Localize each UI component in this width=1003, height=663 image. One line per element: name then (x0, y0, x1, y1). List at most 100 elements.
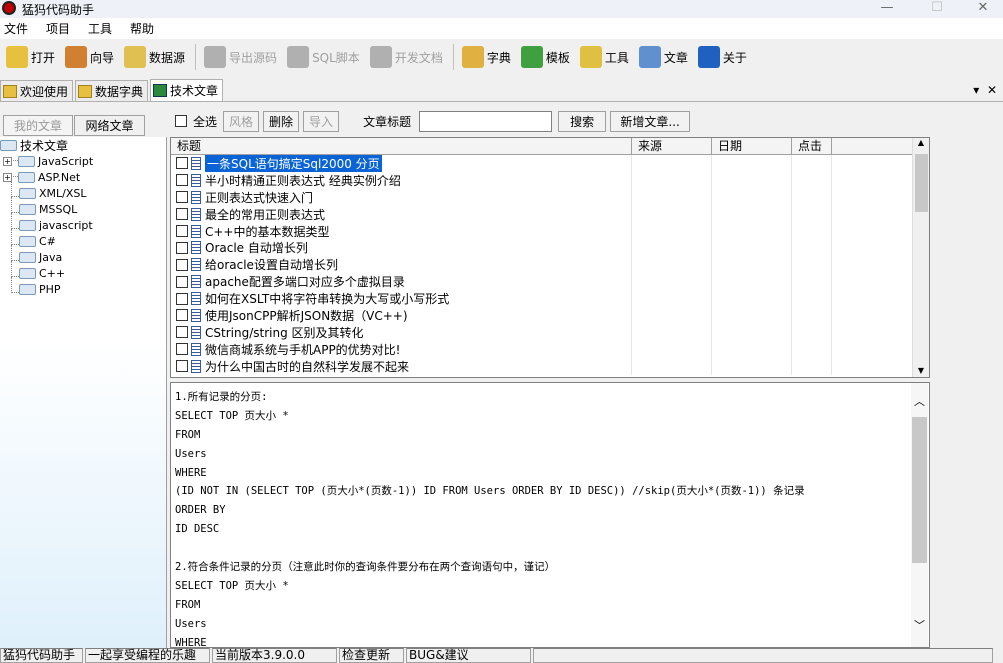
article-title[interactable]: 给oracle设置自动增长列 (205, 256, 338, 273)
row-checkbox[interactable] (176, 309, 188, 322)
table-row[interactable]: 为什么中国古时的自然科学发展不起来 (171, 357, 929, 375)
maximize-button[interactable]: ☐ (922, 0, 952, 15)
toolbar-template-button[interactable]: 模板 (520, 46, 570, 68)
scroll-thumb[interactable] (912, 417, 927, 563)
tree-node[interactable]: PHP (0, 277, 166, 297)
col-date[interactable]: 日期 (712, 138, 792, 154)
scroll-down-icon[interactable]: ▼ (913, 366, 929, 375)
toolbar-help-button[interactable]: 关于 (697, 46, 747, 68)
scroll-down-icon[interactable]: ﹀ (911, 617, 928, 633)
minimize-button[interactable]: — (872, 0, 902, 15)
tab-list-icon[interactable]: ▾ (973, 83, 979, 97)
tree-node[interactable]: C# (0, 229, 166, 249)
toolbar-dictionary-button[interactable]: 字典 (461, 46, 511, 68)
table-row[interactable]: apache配置多端口对应多个虚拟目录 (171, 273, 929, 291)
table-row[interactable]: 给oracle设置自动增长列 (171, 256, 929, 274)
table-row[interactable]: 正则表达式快速入门 (171, 188, 929, 206)
table-row[interactable]: C++中的基本数据类型 (171, 222, 929, 240)
article-title[interactable]: 正则表达式快速入门 (205, 189, 313, 206)
menu-file[interactable]: 文件 (0, 20, 34, 37)
table-row[interactable]: 使用JsonCPP解析JSON数据（VC++) (171, 307, 929, 324)
row-checkbox[interactable] (176, 326, 188, 339)
article-content[interactable]: 1.所有记录的分页: SELECT TOP 页大小 * FROM Users WHERE… (170, 382, 930, 648)
row-checkbox[interactable] (176, 258, 188, 271)
bug-report-link[interactable]: BUG&建议 (406, 648, 531, 663)
tree-node[interactable]: MSSQL (0, 197, 166, 217)
table-row[interactable]: CString/string 区别及其转化 (171, 323, 929, 341)
article-title[interactable]: 一条SQL语句搞定Sql2000 分页 (205, 154, 382, 172)
article-title[interactable]: CString/string 区别及其转化 (205, 324, 364, 341)
tree-node[interactable]: + ASP.Net (0, 169, 166, 185)
article-title[interactable]: 最全的常用正则表达式 (205, 206, 325, 223)
article-title[interactable]: 如何在XSLT中将字符串转换为大写或小写形式 (205, 290, 449, 307)
tree-node[interactable]: C++ (0, 261, 166, 281)
tree-root[interactable]: 技术文章 (0, 137, 166, 153)
article-title[interactable]: 半小时精通正则表达式 经典实例介绍 (205, 172, 401, 189)
row-checkbox[interactable] (176, 174, 188, 187)
row-checkbox[interactable] (176, 343, 188, 356)
row-checkbox[interactable] (176, 360, 188, 373)
col-title[interactable]: 标题 (171, 138, 632, 154)
table-row[interactable]: 半小时精通正则表达式 经典实例介绍 (171, 171, 929, 189)
tree-node[interactable]: + JavaScript (0, 153, 166, 169)
style-button[interactable]: 风格 (223, 110, 260, 132)
table-row[interactable]: 一条SQL语句搞定Sql2000 分页 (171, 154, 929, 172)
row-checkbox[interactable] (176, 241, 188, 254)
menu-project[interactable]: 项目 (42, 20, 76, 37)
select-all-checkbox[interactable] (175, 115, 187, 127)
folder-icon (19, 283, 36, 295)
table-row[interactable]: 微信商城系统与手机APP的优势对比! (171, 340, 929, 358)
article-title[interactable]: 使用JsonCPP解析JSON数据（VC++) (205, 307, 408, 324)
check-update-link[interactable]: 检查更新 (339, 648, 404, 663)
table-row[interactable]: 如何在XSLT中将字符串转换为大写或小写形式 (171, 290, 929, 308)
toolbar-wizard-button[interactable]: 向导 (65, 46, 114, 68)
toolbar-folder-open-button[interactable]: 打开 (6, 46, 55, 68)
new-article-button[interactable]: 新增文章... (610, 110, 691, 132)
table-row[interactable]: Oracle 自动增长列 (171, 239, 929, 257)
tree-node[interactable]: javascript (0, 213, 166, 233)
content-line: FROM (175, 428, 201, 441)
menu-tools[interactable]: 工具 (84, 20, 118, 37)
row-checkbox[interactable] (176, 191, 188, 204)
row-checkbox[interactable] (176, 275, 188, 288)
scroll-up-icon[interactable]: ︿ (911, 393, 928, 409)
toolbar-sql-script-button[interactable]: SQL脚本 (287, 46, 360, 68)
tree-node[interactable]: Java (0, 245, 166, 265)
tab-data-dictionary[interactable]: 数据字典 (75, 80, 149, 101)
category-tree[interactable]: 技术文章 + JavaScript + ASP.Net XML/XSL MSSQL java… (0, 137, 167, 648)
tab-web-articles[interactable]: 网络文章 (74, 115, 145, 136)
article-title[interactable]: 为什么中国古时的自然科学发展不起来 (205, 358, 409, 375)
row-checkbox[interactable] (176, 225, 188, 237)
tree-node[interactable]: XML/XSL (0, 181, 166, 201)
menu-help[interactable]: 帮助 (126, 20, 160, 37)
expand-icon[interactable]: + (3, 156, 12, 166)
tab-welcome[interactable]: 欢迎使用 (0, 80, 74, 101)
tab-my-articles[interactable]: 我的文章 (3, 115, 73, 136)
article-title[interactable]: apache配置多端口对应多个虚拟目录 (205, 273, 405, 290)
list-scrollbar[interactable]: ▲ ▼ (912, 138, 929, 377)
row-checkbox[interactable] (176, 157, 188, 170)
article-title[interactable]: Oracle 自动增长列 (205, 239, 308, 256)
toolbar-export-button[interactable]: 导出源码 (204, 46, 277, 68)
delete-button[interactable]: 删除 (263, 110, 300, 132)
col-source[interactable]: 来源 (632, 138, 712, 154)
col-clicks[interactable]: 点击 (792, 138, 832, 154)
title-search-input[interactable] (419, 110, 553, 132)
toolbar-tools-button[interactable]: 工具 (579, 46, 629, 68)
toolbar-datasource-button[interactable]: 数据源 (124, 46, 185, 68)
close-button[interactable]: ✕ (968, 0, 998, 15)
toolbar-article-button[interactable]: 文章 (638, 46, 688, 68)
search-button[interactable]: 搜索 (558, 110, 607, 132)
table-row[interactable]: 最全的常用正则表达式 (171, 205, 929, 223)
content-scrollbar[interactable]: ︿ ﹀ (911, 383, 928, 647)
scroll-up-icon[interactable]: ▲ (913, 138, 929, 147)
tab-close-icon[interactable]: ✕ (987, 83, 997, 97)
scroll-thumb[interactable] (915, 154, 928, 212)
article-title[interactable]: C++中的基本数据类型 (205, 223, 330, 240)
row-checkbox[interactable] (176, 292, 188, 305)
tab-tech-articles[interactable]: 技术文章 (150, 79, 224, 101)
toolbar-doc-button[interactable]: 开发文档 (369, 46, 443, 68)
import-button[interactable]: 导入 (303, 110, 340, 132)
row-checkbox[interactable] (176, 208, 188, 221)
article-title[interactable]: 微信商城系统与手机APP的优势对比! (205, 341, 401, 358)
